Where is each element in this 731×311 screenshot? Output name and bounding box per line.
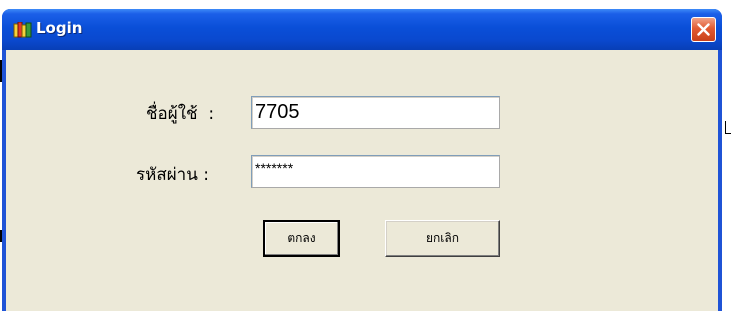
cancel-button[interactable]: ยกเลิก: [385, 220, 500, 257]
title-bar[interactable]: Login: [2, 9, 722, 50]
password-label: รหัสผ่าน :: [136, 165, 209, 185]
password-field[interactable]: [251, 155, 500, 188]
username-label: ชื่อผู้ใช้ :: [146, 104, 215, 124]
username-field[interactable]: [251, 96, 500, 129]
ok-button[interactable]: ตกลง: [263, 220, 340, 257]
dialog-body: ชื่อผู้ใช้ : รหัสผ่าน : ตกลง ยกเลิก: [6, 50, 718, 311]
edge-mark: [725, 133, 731, 134]
edge-mark: [725, 121, 726, 133]
login-dialog: Login ชื่อผู้ใช้ : รหัสผ่าน : ตกลง ยกเลิ…: [2, 9, 722, 311]
close-icon: [697, 23, 710, 36]
close-button[interactable]: [691, 17, 716, 42]
books-icon: [13, 22, 32, 38]
window-title: Login: [36, 19, 83, 37]
